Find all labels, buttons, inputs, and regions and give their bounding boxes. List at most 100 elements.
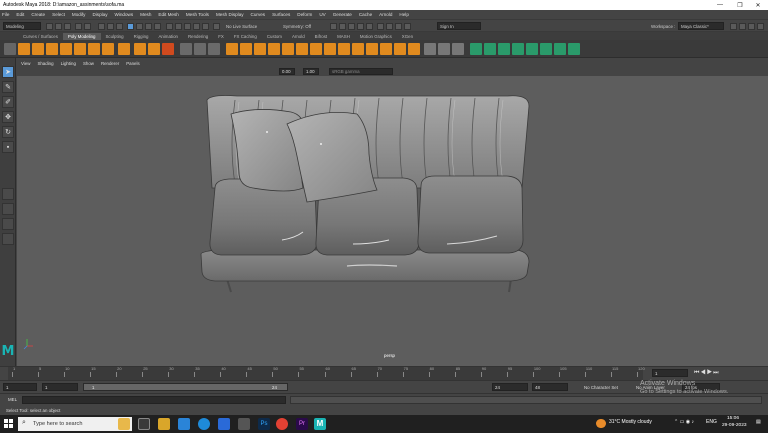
menu-create[interactable]: Create — [31, 12, 45, 17]
single-pane-icon[interactable] — [2, 188, 14, 200]
snap-view-plane-icon[interactable] — [193, 23, 200, 30]
snap-point-icon[interactable] — [184, 23, 191, 30]
boolean-icon[interactable] — [226, 43, 238, 55]
rotate-icon[interactable]: ↻ — [2, 126, 14, 138]
shelf-tab-fx-caching[interactable]: FX Caching — [229, 33, 262, 40]
weather-text[interactable]: 31°C Mostly cloudy — [609, 419, 652, 425]
quad-draw-icon[interactable] — [366, 43, 378, 55]
append-icon[interactable] — [282, 43, 294, 55]
tray-icons[interactable]: ⌃ ▭ ◉ ♪ — [674, 419, 694, 425]
panel-menu-renderer[interactable]: Renderer — [101, 61, 119, 66]
select-arrow-icon[interactable]: ➤ — [2, 66, 14, 78]
smooth-icon[interactable] — [208, 43, 220, 55]
multi-cut-icon[interactable] — [324, 43, 336, 55]
color-space-dropdown[interactable]: sRGB gamma — [329, 68, 393, 75]
select-by-joint-icon[interactable] — [136, 23, 143, 30]
viewport-persp[interactable]: persp — [17, 76, 768, 366]
maya-taskbar-icon[interactable]: M — [314, 418, 326, 430]
shelf-tab-poly-modeling[interactable]: Poly Modeling — [62, 33, 101, 40]
shelf-tab-fx[interactable]: FX — [213, 33, 229, 40]
panel-menu-view[interactable]: View — [21, 61, 30, 66]
menu-select[interactable]: Select — [52, 12, 65, 17]
layout-icon[interactable] — [2, 233, 14, 245]
notification-icon[interactable]: ▤ — [756, 419, 761, 425]
shelf-settings-icon[interactable] — [4, 43, 16, 55]
task-view-icon[interactable] — [138, 418, 150, 430]
planar-map-icon[interactable] — [484, 43, 496, 55]
open-scene-icon[interactable] — [55, 23, 62, 30]
poly-disc-icon[interactable] — [102, 43, 114, 55]
select-by-surface-icon[interactable] — [154, 23, 161, 30]
paint-select-icon[interactable]: ✐ — [2, 96, 14, 108]
arnold-render-icon[interactable] — [377, 23, 384, 30]
range-end-field[interactable]: 48 — [532, 383, 568, 391]
exposure-field[interactable]: 0.00 — [279, 68, 295, 75]
menu-edit-mesh[interactable]: Edit Mesh — [158, 12, 178, 17]
hypershade-icon[interactable] — [366, 23, 373, 30]
persp-outliner-icon[interactable] — [2, 218, 14, 230]
attribute-editor-icon[interactable] — [739, 23, 746, 30]
connect-icon[interactable] — [352, 43, 364, 55]
menu-mesh[interactable]: Mesh — [140, 12, 151, 17]
shelf-tab-sculpting[interactable]: Sculpting — [101, 33, 129, 40]
poly-torus-icon[interactable] — [74, 43, 86, 55]
make-hole-icon[interactable] — [310, 43, 322, 55]
panel-menu-lighting[interactable]: Lighting — [61, 61, 76, 66]
extrude-icon[interactable] — [240, 43, 252, 55]
select-component-icon[interactable] — [116, 23, 123, 30]
menu-arnold[interactable]: Arnold — [379, 12, 392, 17]
crease-icon[interactable] — [452, 43, 464, 55]
symmetry-dropdown[interactable]: Symmetry: Off — [281, 22, 321, 30]
bridge-icon[interactable] — [254, 43, 266, 55]
toggle-modeling-toolkit-icon[interactable] — [404, 23, 411, 30]
menu-help[interactable]: Help — [399, 12, 408, 17]
photoshop-icon[interactable]: Ps — [258, 418, 270, 430]
unfold-icon[interactable] — [554, 43, 566, 55]
menu-file[interactable]: File — [2, 12, 9, 17]
taskbar-search-box[interactable]: ⌕ Type here to search — [18, 417, 132, 431]
language-indicator[interactable]: ENG — [706, 419, 717, 425]
spherical-map-icon[interactable] — [512, 43, 524, 55]
poly-cube-icon[interactable] — [32, 43, 44, 55]
gamma-field[interactable]: 1.00 — [303, 68, 319, 75]
super-shape-icon[interactable] — [134, 43, 146, 55]
shelf-tab-motion-graphics[interactable]: Motion Graphics — [355, 33, 397, 40]
menu-display[interactable]: Display — [92, 12, 107, 17]
layout-uv-icon[interactable] — [568, 43, 580, 55]
poly-sphere-icon[interactable] — [18, 43, 30, 55]
mirror-icon[interactable] — [438, 43, 450, 55]
shelf-tab-custom[interactable]: Custom — [262, 33, 287, 40]
weather-icon[interactable] — [596, 419, 606, 428]
ipr-render-icon[interactable] — [348, 23, 355, 30]
panel-menu-show[interactable]: Show — [83, 61, 94, 66]
arnold-settings-icon[interactable] — [395, 23, 402, 30]
character-set-dropdown[interactable]: No Character Set — [582, 383, 632, 391]
bevel-icon[interactable] — [268, 43, 280, 55]
sign-in-dropdown[interactable]: Sign In — [437, 22, 481, 30]
select-by-handle-icon[interactable] — [127, 23, 134, 30]
modeling-toolkit-icon[interactable] — [730, 23, 737, 30]
timeline-ticks[interactable]: 1 5 10 15 20 25 30 35 40 45 50 55 60 65 70 75 80 85 90 95 10… — [8, 366, 645, 380]
sweep-mesh-icon[interactable] — [148, 43, 160, 55]
undo-icon[interactable] — [75, 23, 82, 30]
select-object-icon[interactable] — [107, 23, 114, 30]
combine-icon[interactable] — [180, 43, 192, 55]
windows-start-icon[interactable] — [4, 419, 14, 429]
snap-grid-icon[interactable] — [166, 23, 173, 30]
clock-date[interactable]: 29-09-2023 — [722, 423, 747, 428]
move-icon[interactable]: ✥ — [2, 111, 14, 123]
minimize-button[interactable]: — — [710, 0, 730, 10]
menu-surfaces[interactable]: Surfaces — [272, 12, 290, 17]
menu-generate[interactable]: Generate — [333, 12, 352, 17]
premiere-icon[interactable]: Pr — [296, 418, 308, 430]
platonic-solid-icon[interactable] — [118, 43, 130, 55]
poly-cone-icon[interactable] — [60, 43, 72, 55]
render-current-icon[interactable] — [339, 23, 346, 30]
scale-icon[interactable]: ▪ — [2, 141, 14, 153]
mode-dropdown[interactable]: Modeling — [3, 22, 41, 30]
shelf-tab-rendering[interactable]: Rendering — [183, 33, 213, 40]
target-weld-icon[interactable] — [338, 43, 350, 55]
search-highlight-icon[interactable] — [118, 418, 130, 430]
playback-start-field[interactable]: 1 — [42, 383, 78, 391]
shelf-tab-arnold[interactable]: Arnold — [287, 33, 310, 40]
